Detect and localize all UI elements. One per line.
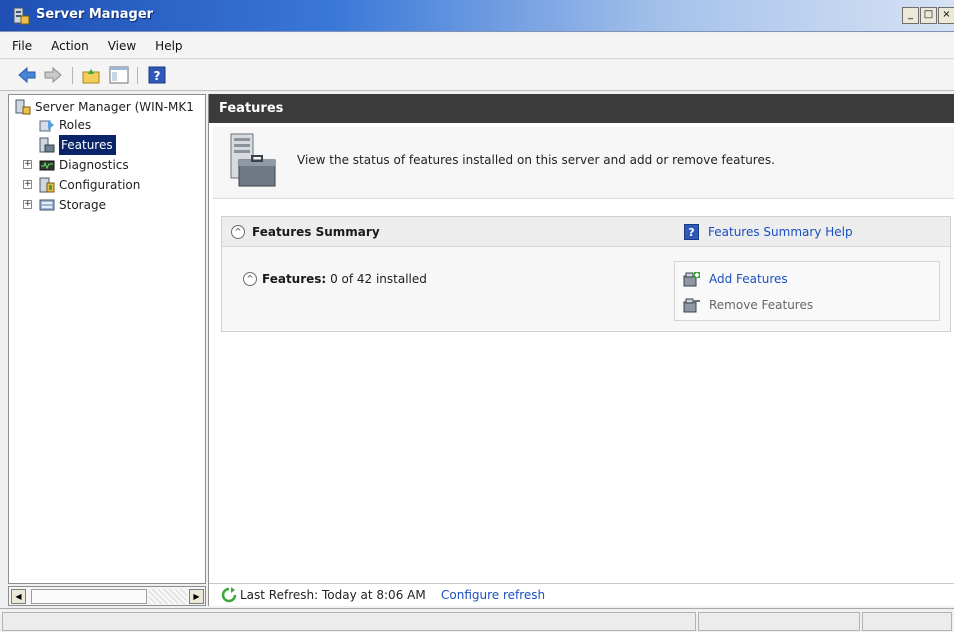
expand-icon[interactable]: + <box>23 180 32 189</box>
features-intro: View the status of features installed on… <box>213 127 954 199</box>
menu-bar: File Action View Help <box>0 33 954 59</box>
server-manager-app-icon <box>13 7 30 25</box>
intro-description: View the status of features installed on… <box>297 153 775 167</box>
close-button[interactable]: × <box>938 7 954 24</box>
tree-item-label: Features <box>59 135 116 155</box>
title-bar: Server Manager _ □ × <box>0 0 954 32</box>
expand-icon[interactable]: + <box>23 160 32 169</box>
features-summary-panel: ^ Features Summary ? Features Summary He… <box>221 216 951 332</box>
status-panel-main <box>2 612 696 631</box>
show-hide-console-tree-icon[interactable] <box>108 65 130 85</box>
features-installed-count: Features: 0 of 42 installed <box>262 272 427 286</box>
features-icon <box>39 137 55 153</box>
refresh-bar: Last Refresh: Today at 8:06 AM Configure… <box>209 583 954 606</box>
help-icon[interactable]: ? <box>146 65 168 85</box>
collapse-summary-icon[interactable]: ^ <box>231 225 245 239</box>
features-count-value: 0 of 42 installed <box>330 272 427 286</box>
features-actions: Add Features Remove Features <box>674 261 940 321</box>
up-folder-icon[interactable] <box>80 65 102 85</box>
status-panel-middle <box>698 612 860 631</box>
configure-refresh-link[interactable]: Configure refresh <box>441 588 545 602</box>
summary-help-icon[interactable]: ? <box>684 224 699 240</box>
forward-arrow-icon[interactable] <box>42 65 64 85</box>
server-manager-icon <box>15 99 31 115</box>
menu-help[interactable]: Help <box>155 39 182 53</box>
menu-view[interactable]: View <box>108 39 136 53</box>
server-toolbox-icon <box>230 133 276 187</box>
toolbar: ? <box>0 60 954 91</box>
features-page-header: Features <box>209 94 954 123</box>
expand-icon[interactable]: + <box>23 200 32 209</box>
diagnostics-icon <box>39 160 55 171</box>
refresh-icon[interactable] <box>221 587 237 603</box>
features-summary-help-link[interactable]: Features Summary Help <box>708 225 853 239</box>
svg-text:?: ? <box>154 69 161 83</box>
minimize-button[interactable]: _ <box>902 7 919 24</box>
scroll-left-button[interactable]: ◀ <box>11 589 26 604</box>
menu-file[interactable]: File <box>12 39 32 53</box>
scroll-track[interactable] <box>149 589 187 604</box>
add-features-link[interactable]: Add Features <box>709 272 788 286</box>
console-tree[interactable]: Server Manager (WIN-MK1 Roles Features +… <box>8 94 206 584</box>
scroll-right-button[interactable]: ▶ <box>189 589 204 604</box>
configuration-icon <box>39 177 55 193</box>
status-panel-right <box>862 612 952 631</box>
roles-icon <box>39 120 54 132</box>
features-summary-header: ^ Features Summary ? Features Summary He… <box>222 217 950 247</box>
tree-root-label: Server Manager (WIN-MK1 <box>35 100 194 114</box>
maximize-button[interactable]: □ <box>920 7 937 24</box>
window-title: Server Manager <box>36 7 154 22</box>
tree-horizontal-scrollbar[interactable]: ◀ ▶ <box>8 586 206 606</box>
menu-action[interactable]: Action <box>51 39 89 53</box>
features-label: Features: <box>262 272 327 286</box>
collapse-features-icon[interactable]: ^ <box>243 272 257 286</box>
last-refresh-text: Last Refresh: Today at 8:06 AM <box>240 588 426 602</box>
toolbar-separator <box>137 67 138 84</box>
features-summary-title: Features Summary <box>252 225 380 239</box>
remove-features-icon <box>683 298 700 313</box>
tree-item-label: Storage <box>59 198 106 212</box>
tree-item-label: Roles <box>59 118 92 132</box>
results-pane: Features View the status of features ins… <box>208 94 954 606</box>
status-bar <box>0 608 954 632</box>
remove-features-link[interactable]: Remove Features <box>709 298 813 312</box>
toolbar-separator <box>72 67 73 84</box>
add-features-icon <box>683 272 700 287</box>
back-arrow-icon[interactable] <box>16 65 38 85</box>
scroll-thumb[interactable] <box>31 589 147 604</box>
tree-item-label: Diagnostics <box>59 158 129 172</box>
storage-icon <box>39 199 55 211</box>
tree-item-label: Configuration <box>59 178 141 192</box>
window-controls: _ □ × <box>902 7 954 25</box>
